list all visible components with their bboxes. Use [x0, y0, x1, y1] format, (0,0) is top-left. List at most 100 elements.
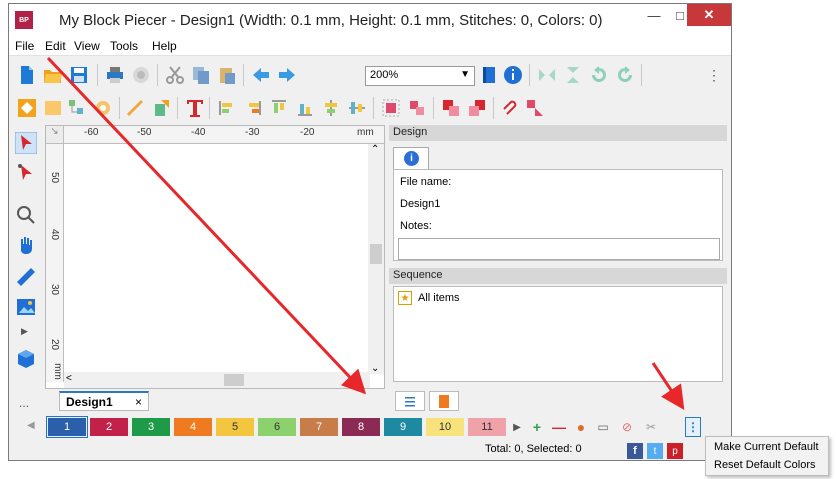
send-backward-icon[interactable]: [467, 98, 487, 118]
design-canvas[interactable]: ↘ -60 -50 -40 -30 -20 mm 50 40 30 20 mm …: [45, 125, 385, 389]
stitch-out-icon[interactable]: [131, 65, 151, 85]
menu-view[interactable]: View: [74, 39, 100, 53]
align-bottom-icon[interactable]: [295, 98, 315, 118]
list-item[interactable]: ★ All items: [398, 291, 460, 305]
menu-help[interactable]: Help: [152, 39, 177, 53]
zoom-icon[interactable]: [15, 204, 37, 226]
more-options-button[interactable]: ⋮: [685, 417, 701, 437]
bring-forward-icon[interactable]: [441, 98, 461, 118]
close-tab-icon[interactable]: ×: [135, 395, 142, 409]
ruler-corner-icon[interactable]: ↘: [46, 126, 64, 144]
menu-edit[interactable]: Edit: [45, 39, 66, 53]
group-icon[interactable]: [381, 98, 401, 118]
color-swatch-10[interactable]: 10: [426, 418, 464, 436]
save-icon[interactable]: [69, 65, 89, 85]
ruler-label: -30: [245, 127, 260, 138]
fill-tool-icon[interactable]: [151, 98, 171, 118]
align-center-icon[interactable]: [321, 98, 341, 118]
align-left-icon[interactable]: [217, 98, 237, 118]
left-toolbar: ▶ ...: [11, 126, 41, 416]
remove-color-icon[interactable]: —: [551, 419, 567, 435]
new-file-icon[interactable]: [17, 65, 37, 85]
align-right-icon[interactable]: [243, 98, 263, 118]
color-swatch-11[interactable]: 11: [468, 418, 506, 436]
scroll-down-icon[interactable]: ⌄: [371, 363, 379, 374]
color-swatch-4[interactable]: 4: [174, 418, 212, 436]
minimize-button[interactable]: —: [641, 4, 667, 26]
edit-points-icon[interactable]: [15, 162, 37, 184]
ungroup-icon[interactable]: [407, 98, 427, 118]
canvas-color-icon[interactable]: [479, 65, 499, 85]
print-icon[interactable]: [105, 65, 125, 85]
tree-icon[interactable]: [67, 98, 87, 118]
color-swatch-9[interactable]: 9: [384, 418, 422, 436]
zoom-select[interactable]: 200% ▼: [365, 66, 475, 86]
info-icon[interactable]: [503, 65, 523, 85]
image-icon[interactable]: [15, 296, 37, 318]
expand-arrow-icon[interactable]: ▶: [21, 326, 28, 337]
scroll-left-icon[interactable]: <: [66, 373, 72, 384]
scroll-thumb[interactable]: [224, 374, 244, 386]
tab-list[interactable]: [395, 391, 425, 411]
close-button[interactable]: ✕: [687, 4, 731, 26]
pinterest-icon[interactable]: p: [667, 443, 683, 459]
add-color-icon[interactable]: +: [529, 419, 545, 435]
open-folder-icon[interactable]: [43, 65, 63, 85]
color-swatch-8[interactable]: 8: [342, 418, 380, 436]
color-swatch-1[interactable]: 1: [46, 416, 88, 438]
tab-info[interactable]: i: [393, 147, 429, 169]
play-icon[interactable]: ▶: [509, 419, 525, 435]
horizontal-scrollbar[interactable]: <: [64, 372, 370, 388]
more-tools-icon[interactable]: ...: [19, 396, 29, 410]
rotate-right-icon[interactable]: [615, 65, 635, 85]
menu-tools[interactable]: Tools: [110, 39, 138, 53]
tab-design1[interactable]: Design1 ×: [59, 391, 149, 411]
scroll-thumb[interactable]: [370, 244, 382, 264]
facebook-icon[interactable]: f: [627, 443, 643, 459]
twitter-icon[interactable]: t: [647, 443, 663, 459]
menu-bar: File Edit View Tools Help: [9, 36, 731, 56]
sequence-list: ★ All items: [393, 286, 723, 382]
paste-icon[interactable]: [217, 65, 237, 85]
color-swatch-5[interactable]: 5: [216, 418, 254, 436]
pan-hand-icon[interactable]: [15, 234, 37, 256]
menu-file[interactable]: File: [15, 39, 34, 53]
notes-field[interactable]: [398, 238, 720, 260]
toolbar-separator: [641, 64, 642, 86]
undo-arrow-icon[interactable]: [251, 65, 271, 85]
color-swatch-2[interactable]: 2: [90, 418, 128, 436]
menu-item-make-current-default[interactable]: Make Current Default: [714, 441, 819, 453]
color-scroll-left-icon[interactable]: ◀: [27, 420, 35, 431]
align-middle-icon[interactable]: [347, 98, 367, 118]
mirror-horizontal-icon[interactable]: [537, 65, 557, 85]
no-color-icon[interactable]: ⊘: [619, 419, 635, 435]
mirror-vertical-icon[interactable]: [563, 65, 583, 85]
tab-fabric[interactable]: [429, 391, 459, 411]
select-block-icon[interactable]: [17, 98, 37, 118]
scissors-icon[interactable]: ✂: [643, 419, 659, 435]
select-arrow-icon[interactable]: [15, 132, 37, 154]
line-tool-icon[interactable]: [125, 98, 145, 118]
shape-icon[interactable]: [525, 98, 545, 118]
measure-ruler-icon[interactable]: [15, 266, 37, 288]
toolbar-overflow-icon[interactable]: ⋮: [707, 67, 721, 84]
align-top-icon[interactable]: [269, 98, 289, 118]
chevron-down-icon[interactable]: ▼: [460, 69, 470, 80]
paint-bucket-icon[interactable]: ●: [573, 419, 589, 435]
color-swatch-7[interactable]: 7: [300, 418, 338, 436]
patch-icon[interactable]: [43, 98, 63, 118]
3d-cube-icon[interactable]: [15, 348, 37, 370]
rotate-left-icon[interactable]: [589, 65, 609, 85]
attach-icon[interactable]: [501, 98, 521, 118]
scroll-up-icon[interactable]: ⌃: [371, 144, 379, 155]
text-tool-icon[interactable]: [185, 98, 205, 118]
gear-icon[interactable]: [93, 98, 113, 118]
monitor-icon[interactable]: ▭: [595, 419, 611, 435]
cut-icon[interactable]: [165, 65, 185, 85]
menu-item-reset-default-colors[interactable]: Reset Default Colors: [714, 459, 816, 471]
redo-arrow-icon[interactable]: [277, 65, 297, 85]
color-swatch-3[interactable]: 3: [132, 418, 170, 436]
vertical-scrollbar[interactable]: ⌃ ⌄: [368, 144, 384, 374]
copy-icon[interactable]: [191, 65, 211, 85]
color-swatch-6[interactable]: 6: [258, 418, 296, 436]
